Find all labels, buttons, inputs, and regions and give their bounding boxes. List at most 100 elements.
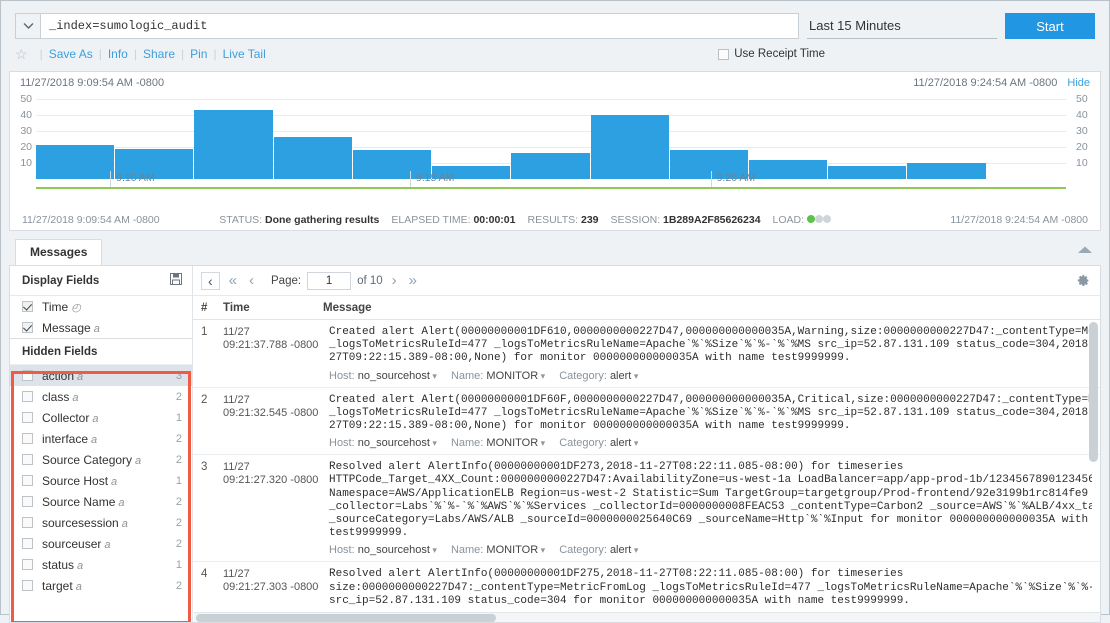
chevron-down-icon[interactable]: ▾ [631,438,638,448]
field-checkbox[interactable] [22,538,33,549]
metadata-host[interactable]: Host: no_sourcehost ▾ [329,544,437,556]
metadata-name[interactable]: Name: MONITOR ▾ [451,544,545,556]
field-checkbox[interactable] [22,301,33,312]
chevron-down-icon[interactable]: ▾ [631,545,638,555]
metadata-category[interactable]: Category: alert ▾ [559,544,638,556]
metadata-label: Host: [329,544,358,556]
info-link[interactable]: Info [108,47,128,61]
chevron-down-icon[interactable]: ▾ [631,371,638,381]
field-checkbox[interactable] [22,580,33,591]
field-row-interface[interactable]: interfacea2 [10,428,192,449]
elapsed-value: 00:00:01 [473,214,515,226]
pin-link[interactable]: Pin [190,47,207,61]
field-name: classa [42,390,176,404]
field-checkbox[interactable] [22,433,33,444]
field-row-source-host[interactable]: Source Hosta1 [10,470,192,491]
field-row-source-name[interactable]: Source Namea2 [10,491,192,512]
field-name: Collectora [42,411,176,425]
table-row[interactable]: 111/2709:21:37.788 -0800Created alert Al… [193,320,1100,388]
star-icon[interactable]: ☆ [15,47,28,61]
histogram-header: 11/27/2018 9:09:54 AM -0800 11/27/2018 9… [10,72,1100,89]
metadata-host[interactable]: Host: no_sourcehost ▾ [329,437,437,449]
save-icon[interactable] [170,273,182,288]
hide-histogram-link[interactable]: Hide [1067,77,1090,89]
metadata-name[interactable]: Name: MONITOR ▾ [451,370,545,382]
text-type-icon: a [104,539,110,551]
metadata-name[interactable]: Name: MONITOR ▾ [451,437,545,449]
field-checkbox[interactable] [22,475,33,486]
scrollbar-thumb[interactable] [1089,322,1098,462]
prev-page-chevron-left-icon[interactable]: ‹ [246,273,257,288]
session-field: SESSION: 1B289A2F85626234 [611,214,761,226]
field-row-time[interactable]: Time◴ [10,296,192,317]
row-number: 3 [201,461,223,556]
results-value: 239 [581,214,599,226]
field-row-message[interactable]: Messagea [10,317,192,338]
row-time: 09:21:27.303 -0800 [223,581,329,594]
table-row[interactable]: 211/2709:21:32.545 -0800Created alert Al… [193,388,1100,456]
chevron-down-icon[interactable]: ▾ [430,545,437,555]
metadata-value: alert [610,370,631,382]
table-row[interactable]: 311/2709:21:27.320 -0800Resolved alert A… [193,455,1100,562]
double-chevron-right-icon[interactable]: » [406,273,420,288]
time-range-input[interactable] [807,13,997,39]
gear-icon[interactable] [1077,274,1090,290]
column-time: Time [223,302,323,314]
chevron-down-icon[interactable]: ▾ [538,371,545,381]
field-checkbox[interactable] [22,391,33,402]
use-receipt-time-checkbox[interactable] [718,49,729,60]
metadata-category[interactable]: Category: alert ▾ [559,370,638,382]
status-field: STATUS: Done gathering results [219,214,379,226]
live-tail-link[interactable]: Live Tail [223,47,266,61]
start-button[interactable]: Start [1005,13,1095,39]
field-checkbox[interactable] [22,496,33,507]
field-row-sourceuser[interactable]: sourceusera2 [10,533,192,554]
row-body: Created alert Alert(00000000001DF610,000… [329,326,1092,382]
field-checkbox[interactable] [22,559,33,570]
row-timestamp: 11/2709:21:27.320 -0800 [223,461,329,556]
chevron-down-icon[interactable] [15,13,41,39]
save-as-link[interactable]: Save As [49,47,93,61]
divider: | [40,47,43,61]
field-checkbox[interactable] [22,517,33,528]
search-query-input[interactable] [41,13,799,39]
y-axis-tick-label: 40 [1076,110,1100,121]
chevron-down-icon[interactable]: ▾ [538,545,545,555]
scrollbar-thumb-horizontal[interactable] [196,614,496,622]
messages-vertical-scrollbar[interactable] [1089,322,1098,618]
chevron-left-icon[interactable]: ‹ [201,272,220,290]
results-panel: Display Fields Time◴Messagea Hidden Fiel… [9,265,1101,623]
share-link[interactable]: Share [143,47,175,61]
field-row-collector[interactable]: Collectora1 [10,407,192,428]
histogram-bar[interactable] [591,115,669,179]
histogram-chart[interactable]: 10102020303040405050 [36,91,1066,179]
metadata-host[interactable]: Host: no_sourcehost ▾ [329,370,437,382]
field-row-sourcesession[interactable]: sourcesessiona2 [10,512,192,533]
field-checkbox[interactable] [22,370,33,381]
field-row-source-category[interactable]: Source Categorya2 [10,449,192,470]
field-row-class[interactable]: classa2 [10,386,192,407]
field-row-status[interactable]: statusa1 [10,554,192,575]
field-row-target[interactable]: targeta2 [10,575,192,596]
double-chevron-left-icon[interactable]: « [226,273,240,288]
row-time: 09:21:32.545 -0800 [223,407,329,420]
caret-up-icon[interactable] [1077,243,1093,257]
tab-messages[interactable]: Messages [15,239,102,265]
next-page-chevron-right-icon[interactable]: › [389,273,400,288]
chevron-down-icon[interactable]: ▾ [538,438,545,448]
elapsed-field: ELAPSED TIME: 00:00:01 [391,214,515,226]
fields-panel: Display Fields Time◴Messagea Hidden Fiel… [10,266,193,622]
field-checkbox[interactable] [22,412,33,423]
metadata-value: no_sourcehost [358,544,430,556]
field-row-action[interactable]: actiona3 [10,365,192,386]
chevron-down-icon[interactable]: ▾ [430,438,437,448]
chevron-down-icon[interactable]: ▾ [430,371,437,381]
use-receipt-time-group[interactable]: Use Receipt Time [718,48,1095,60]
histogram-bar[interactable] [194,110,272,179]
messages-horizontal-scrollbar[interactable] [194,612,1100,622]
metadata-category[interactable]: Category: alert ▾ [559,437,638,449]
field-checkbox[interactable] [22,322,33,333]
field-checkbox[interactable] [22,454,33,465]
row-message-text: Resolved alert AlertInfo(00000000001DF27… [329,568,1092,608]
page-number-input[interactable] [307,272,351,290]
